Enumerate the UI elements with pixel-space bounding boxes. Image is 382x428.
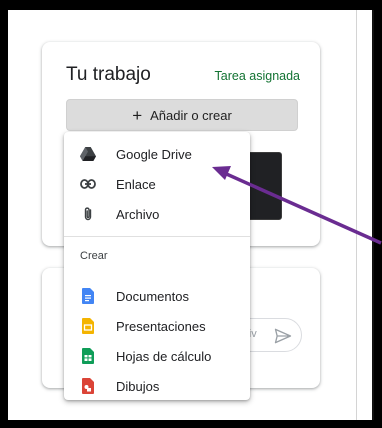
send-icon[interactable] — [273, 326, 293, 346]
create-section-label: Crear — [80, 250, 108, 262]
page-edge-border — [372, 10, 374, 420]
link-icon — [80, 176, 96, 192]
menu-item-label: Presentaciones — [116, 318, 206, 334]
add-or-create-label: Añadir o crear — [150, 107, 232, 123]
menu-item-spreadsheets[interactable]: Hojas de cálculo — [64, 341, 250, 371]
menu-item-label: Archivo — [116, 206, 160, 222]
menu-item-label: Hojas de cálculo — [116, 348, 212, 364]
paperclip-icon — [80, 206, 96, 222]
google-sheets-icon — [80, 348, 96, 364]
add-or-create-button[interactable]: + Añadir o crear — [66, 99, 298, 131]
plus-icon: + — [132, 105, 143, 125]
menu-divider — [64, 236, 250, 237]
google-slides-icon — [80, 318, 96, 334]
menu-item-label: Google Drive — [116, 146, 192, 162]
add-or-create-menu: Google Drive Enlace Archivo Crear Docume… — [64, 132, 250, 400]
your-work-title: Tu trabajo — [66, 64, 151, 85]
menu-item-link[interactable]: Enlace — [64, 169, 250, 199]
menu-item-label: Documentos — [116, 288, 189, 304]
screenshot-frame: Tu trabajo Tarea asignada + Añadir o cre… — [8, 10, 374, 420]
menu-item-presentations[interactable]: Presentaciones — [64, 311, 250, 341]
google-drive-icon — [80, 146, 96, 162]
menu-item-label: Dibujos — [116, 378, 160, 394]
menu-item-documents[interactable]: Documentos — [64, 281, 250, 311]
menu-item-label: Enlace — [116, 176, 156, 192]
menu-item-google-drive[interactable]: Google Drive — [64, 139, 250, 169]
menu-item-drawings[interactable]: Dibujos — [64, 371, 250, 401]
google-drawings-icon — [80, 378, 96, 394]
menu-item-file[interactable]: Archivo — [64, 199, 250, 229]
assignment-status: Tarea asignada — [214, 69, 300, 83]
google-docs-icon — [80, 288, 96, 304]
